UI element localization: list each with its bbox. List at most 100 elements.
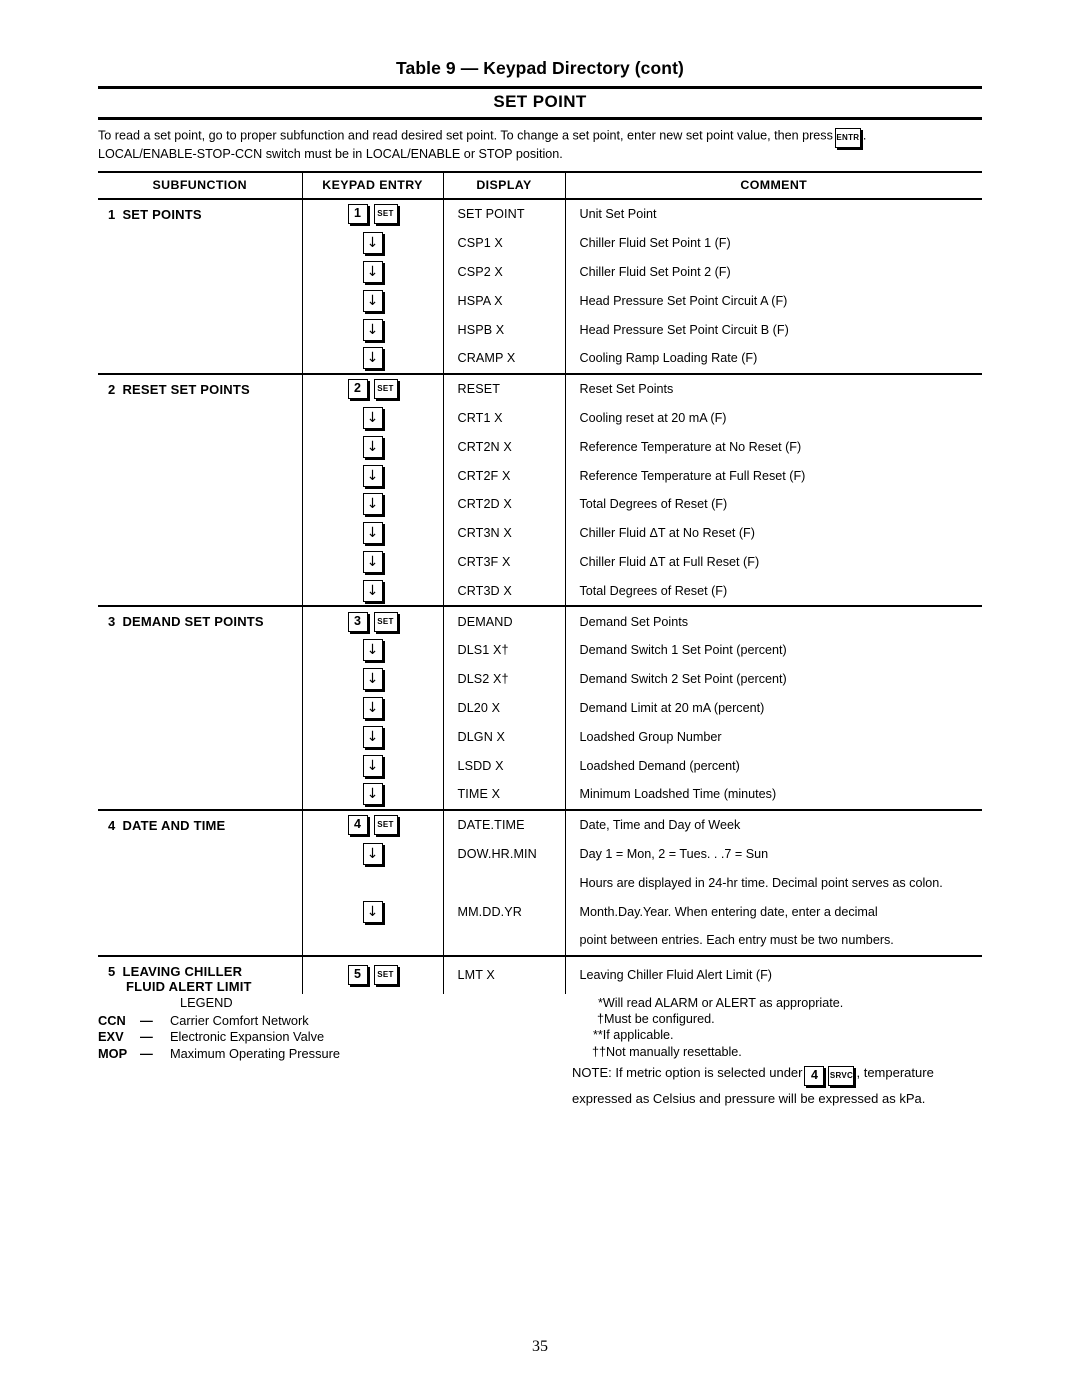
set-key-icon[interactable]: SET	[373, 379, 398, 400]
comment-text: Unit Set Point	[564, 198, 982, 229]
legend-dash: —	[140, 1012, 153, 1028]
keypad-entry-cell	[301, 868, 444, 898]
number-key-icon[interactable]: 4	[347, 815, 368, 836]
entr-key-icon: ENTR	[834, 128, 861, 148]
keypad-entry-cell: 5 SET	[301, 954, 444, 994]
subfunction-number: 4	[108, 817, 116, 833]
display-value: CRT3D X	[442, 576, 566, 607]
comment-text: Hours are displayed in 24-hr time. Decim…	[564, 868, 982, 898]
arrow-down-key-icon[interactable]: ↓	[362, 754, 383, 777]
subfunction-name: LEAVING CHILLER	[122, 963, 243, 979]
arrow-down-key-icon[interactable]: ↓	[362, 668, 383, 691]
keypad-key-pair: 3 SET	[347, 611, 398, 632]
arrow-down-key-icon[interactable]: ↓	[362, 464, 383, 487]
arrow-down-key-icon[interactable]: ↓	[362, 289, 383, 312]
arrow-down-key-icon[interactable]: ↓	[362, 783, 383, 806]
comment-text: Demand Switch 1 Set Point (percent)	[564, 635, 982, 665]
number-key-icon[interactable]: 1	[347, 204, 368, 225]
column-header-keypad-entry: KEYPAD ENTRY	[301, 171, 444, 200]
legend-item: EXV — Electronic Expansion Valve	[98, 1029, 518, 1046]
display-value: HSPA X	[442, 286, 566, 316]
subfunction-name: DEMAND SET POINTS	[122, 614, 264, 630]
display-value: LSDD X	[442, 751, 566, 780]
arrow-down-glyph: ↓	[366, 845, 379, 862]
arrow-down-key-icon[interactable]: ↓	[362, 900, 383, 923]
arrow-down-key-icon[interactable]: ↓	[362, 522, 383, 545]
arrow-down-glyph: ↓	[366, 438, 379, 455]
keypad-entry-cell: 2 SET	[301, 372, 444, 404]
comment-text: Demand Limit at 20 mA (percent)	[564, 693, 982, 723]
keypad-entry-cell: ↓	[301, 343, 444, 374]
legend-abbr: MOP	[98, 1045, 128, 1061]
srvc-number-key-label: 4	[811, 1067, 818, 1082]
arrow-down-key-icon[interactable]: ↓	[362, 260, 383, 283]
subfunction-name: SET POINTS	[122, 207, 202, 222]
subfunction-label: 4 DATE AND TIME	[98, 808, 303, 956]
arrow-down-key-icon[interactable]: ↓	[362, 579, 383, 602]
legend-item: MOP — Maximum Operating Pressure	[98, 1046, 518, 1063]
arrow-down-glyph: ↓	[366, 292, 379, 309]
keypad-entry-cell: ↓	[301, 403, 444, 433]
subfunction-label: 1 SET POINTS	[98, 198, 303, 374]
number-key-icon[interactable]: 5	[347, 965, 368, 986]
legend-dash: —	[140, 1045, 153, 1061]
subfunction-name: DATE AND TIME	[122, 817, 226, 833]
display-value: MM.DD.YR	[442, 897, 566, 926]
page-number: 35	[532, 1338, 548, 1355]
comment-text: Reference Temperature at Full Reset (F)	[564, 461, 982, 490]
set-key-icon[interactable]: SET	[373, 611, 398, 632]
section-banner: SET POINT	[493, 92, 587, 111]
keypad-entry-cell: ↓	[301, 722, 444, 752]
arrow-down-key-icon[interactable]: ↓	[362, 318, 383, 341]
keypad-entry-cell: ↓	[301, 779, 444, 810]
number-key-icon[interactable]: 3	[347, 611, 368, 632]
arrow-down-key-icon[interactable]: ↓	[362, 639, 383, 662]
display-value: DLS1 X†	[442, 635, 566, 665]
srvc-number-key-icon: 4	[804, 1065, 825, 1086]
arrow-down-key-icon[interactable]: ↓	[362, 725, 383, 748]
comment-text: Chiller Fluid Set Point 1 (F)	[564, 228, 982, 258]
legend-item: CCN — Carrier Comfort Network	[98, 1013, 518, 1030]
arrow-down-key-icon[interactable]: ↓	[362, 493, 383, 516]
arrow-down-glyph: ↓	[366, 728, 379, 745]
arrow-down-glyph: ↓	[366, 582, 379, 599]
arrow-down-key-icon[interactable]: ↓	[362, 232, 383, 255]
footnote-double-dagger: ††Not manually resettable.	[592, 1044, 742, 1059]
comment-text: Month.Day.Year. When entering date, ente…	[564, 897, 982, 926]
note-line2: expressed as Celsius and pressure will b…	[572, 1091, 926, 1106]
keypad-entry-cell: ↓	[301, 897, 444, 926]
table-row: 5 LEAVING CHILLER FLUID ALERT LIMIT 5 SET LMT…	[98, 954, 982, 994]
set-key-icon[interactable]: SET	[373, 815, 398, 836]
arrow-down-key-icon[interactable]: ↓	[362, 435, 383, 458]
arrow-down-key-icon[interactable]: ↓	[362, 406, 383, 429]
display-value: CSP2 X	[442, 257, 566, 287]
keypad-entry-cell: ↓	[301, 693, 444, 723]
number-key-icon[interactable]: 2	[347, 379, 368, 400]
arrow-down-glyph: ↓	[366, 671, 379, 688]
arrow-down-key-icon[interactable]: ↓	[362, 550, 383, 573]
set-key-icon[interactable]: SET	[373, 965, 398, 986]
arrow-down-glyph: ↓	[366, 786, 379, 803]
subfunction-number: 3	[108, 614, 116, 630]
legend-dash: —	[140, 1029, 153, 1045]
subfunction-name-line2: FLUID ALERT LIMIT	[126, 978, 252, 994]
display-value: CRT1 X	[442, 403, 566, 433]
display-value: HSPB X	[442, 315, 566, 344]
arrow-down-key-icon[interactable]: ↓	[362, 842, 383, 865]
arrow-down-key-icon[interactable]: ↓	[362, 696, 383, 719]
arrow-down-glyph: ↓	[366, 263, 379, 280]
legend-text: Electronic Expansion Valve	[170, 1029, 325, 1045]
keypad-entry-cell: ↓	[301, 547, 444, 577]
arrow-down-key-icon[interactable]: ↓	[362, 347, 383, 370]
note-prefix: NOTE: If metric option is selected under	[572, 1065, 803, 1080]
display-value: CRT2N X	[442, 432, 566, 462]
note-line1: NOTE: If metric option is selected under…	[572, 1060, 1024, 1086]
comment-text: Cooling reset at 20 mA (F)	[564, 403, 982, 433]
display-value: CRT2F X	[442, 461, 566, 490]
keypad-entry-cell: ↓	[301, 315, 444, 344]
keypad-entry-cell: ↓	[301, 518, 444, 548]
subfunction-label: 5 LEAVING CHILLER FLUID ALERT LIMIT	[98, 954, 303, 994]
display-value: LMT X	[442, 954, 566, 994]
set-key-icon[interactable]: SET	[373, 204, 398, 225]
comment-text: Total Degrees of Reset (F)	[564, 576, 982, 607]
